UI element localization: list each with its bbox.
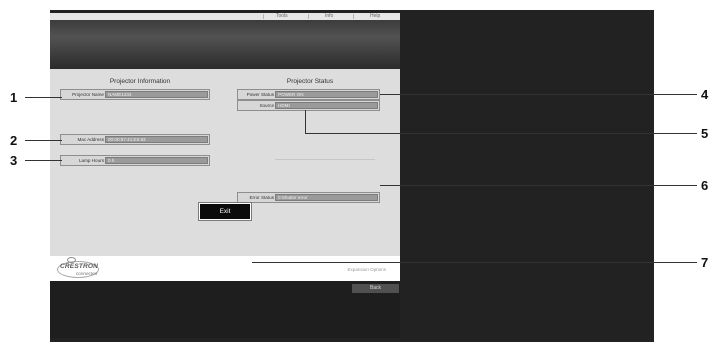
projector-name-label: Projector Name [72,92,104,97]
projector-name-value: NAME1234 [105,91,208,98]
menu-separator [308,14,309,19]
error-status-label: Error Status [249,195,274,200]
mac-address-field: Mac Address 00:00:97:41:E6:93 [60,134,210,145]
exit-button[interactable]: Exit [200,204,250,219]
source-label: Source [259,103,274,108]
callout-number-1: 1 [10,90,18,105]
lamp-hours-field: Lamp Hours 0 h [60,155,210,166]
callout-number-7: 7 [701,255,709,270]
menu-separator [353,14,354,19]
mac-address-label: Mac Address [77,137,104,142]
callout-line-3 [25,160,62,161]
back-button[interactable]: Back [352,284,399,293]
callout-number-5: 5 [701,126,709,141]
callout-line-7 [252,262,697,263]
menu-help[interactable]: Help [370,13,380,20]
source-field: Source HDMI [237,100,380,111]
menu-tools[interactable]: Tools [276,13,288,20]
projector-name-field: Projector Name NAME1234 [60,89,210,100]
error-status-field: Error Status 0:Shutter error [237,192,380,203]
lamp-hours-label: Lamp Hours [78,158,104,163]
error-status-value: 0:Shutter error [275,194,378,201]
power-status-label: Power Status [246,92,274,97]
lamp-hours-value: 0 h [105,157,208,164]
power-status-field: Power Status POWER ON [237,89,380,100]
source-value: HDMI [275,102,378,109]
callout-line-6 [380,185,697,186]
mac-address-value: 00:00:97:41:E6:93 [105,136,208,143]
header-banner [50,20,400,69]
callout-line-2 [25,140,62,141]
power-status-value: POWER ON [275,91,378,98]
callout-connector-5 [305,110,306,133]
expansion-options-link[interactable]: Expansion Options [347,267,386,272]
control-window: Tools Info Help Projector Information Pr… [50,13,400,338]
footer-bar: CRESTRON connected Expansion Options [50,256,400,281]
top-menu-bar: Tools Info Help [50,13,400,20]
crestron-brand-text: CRESTRON [60,263,99,270]
callout-number-3: 3 [10,153,18,168]
callout-line-1 [25,97,62,98]
menu-info[interactable]: Info [325,13,333,20]
content-area: Projector Information Projector Status P… [50,69,400,256]
callout-number-4: 4 [701,87,709,102]
crestron-sub-text: connected [76,271,98,276]
menu-separator [263,14,264,19]
callout-number-2: 2 [10,133,18,148]
projector-information-title: Projector Information [109,78,171,85]
callout-number-6: 6 [701,178,709,193]
callout-line-5 [305,133,697,134]
projector-status-title: Projector Status [286,78,334,85]
callout-line-4 [380,94,697,95]
divider [275,159,375,160]
